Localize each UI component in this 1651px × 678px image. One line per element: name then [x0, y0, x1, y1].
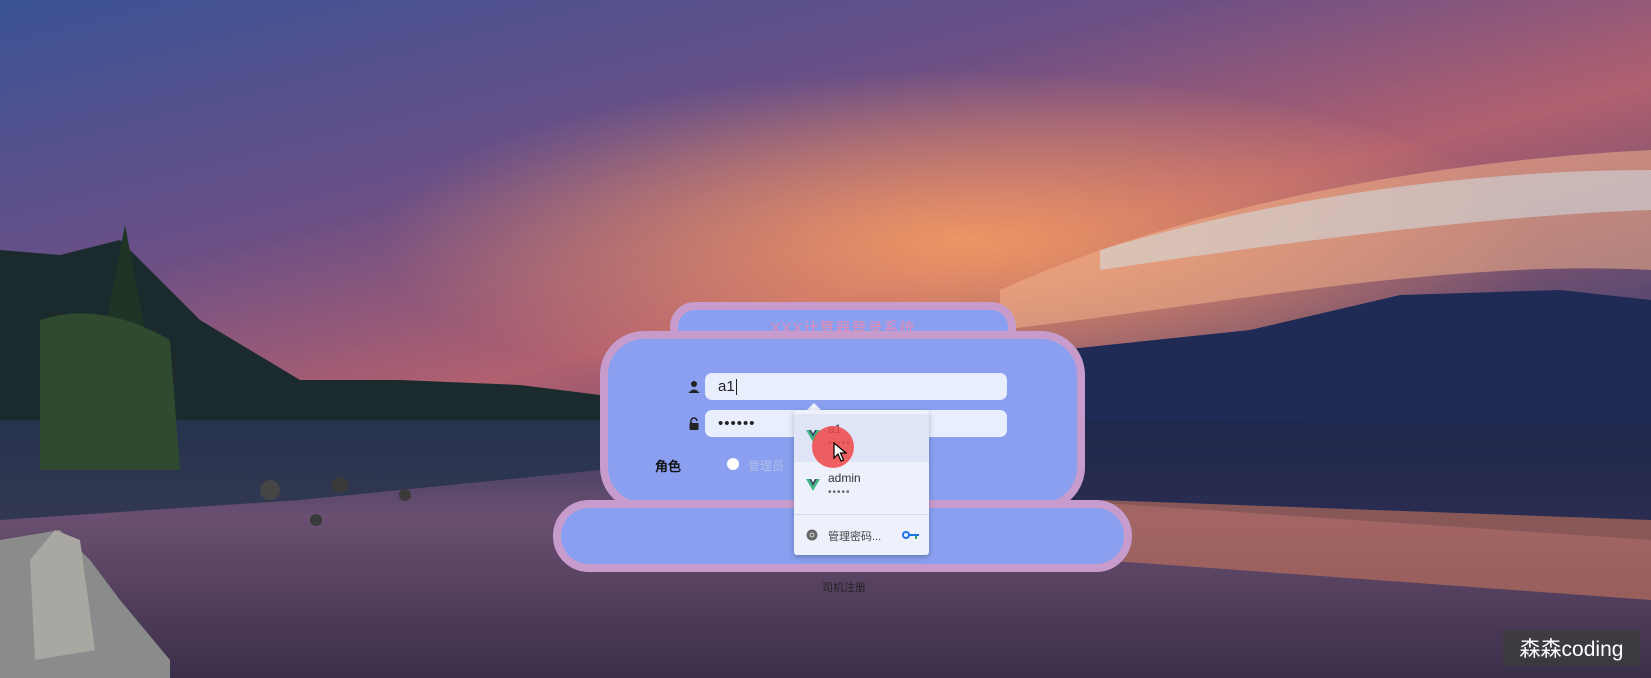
role-label: 角色: [655, 459, 682, 474]
driver-register-link[interactable]: 司机注册: [822, 579, 866, 595]
lock-icon: [689, 417, 699, 430]
manage-passwords-item[interactable]: 管理密码...: [794, 523, 929, 547]
role-radio-admin[interactable]: [727, 458, 739, 470]
chrome-icon: [806, 529, 818, 541]
key-icon: [902, 531, 919, 539]
autofill-popup: a1 ••••• admin ••••• 管理密码...: [794, 410, 929, 555]
vue-logo-icon: [806, 479, 820, 491]
username-value: a1: [718, 378, 735, 395]
password-value: ••••••: [718, 415, 756, 432]
popup-divider: [794, 514, 929, 515]
autofill-password-mask: •••••: [828, 487, 851, 498]
mouse-cursor-icon: [833, 442, 847, 462]
autofill-username: admin: [828, 471, 861, 485]
channel-watermark: 森森coding: [1503, 630, 1640, 666]
autofill-account-item[interactable]: admin •••••: [794, 463, 929, 511]
username-input[interactable]: a1: [705, 373, 1007, 400]
user-icon: [688, 381, 700, 393]
manage-passwords-label: 管理密码...: [828, 531, 882, 543]
text-caret: [735, 378, 737, 395]
role-option-admin-label: 管理员: [748, 459, 785, 473]
